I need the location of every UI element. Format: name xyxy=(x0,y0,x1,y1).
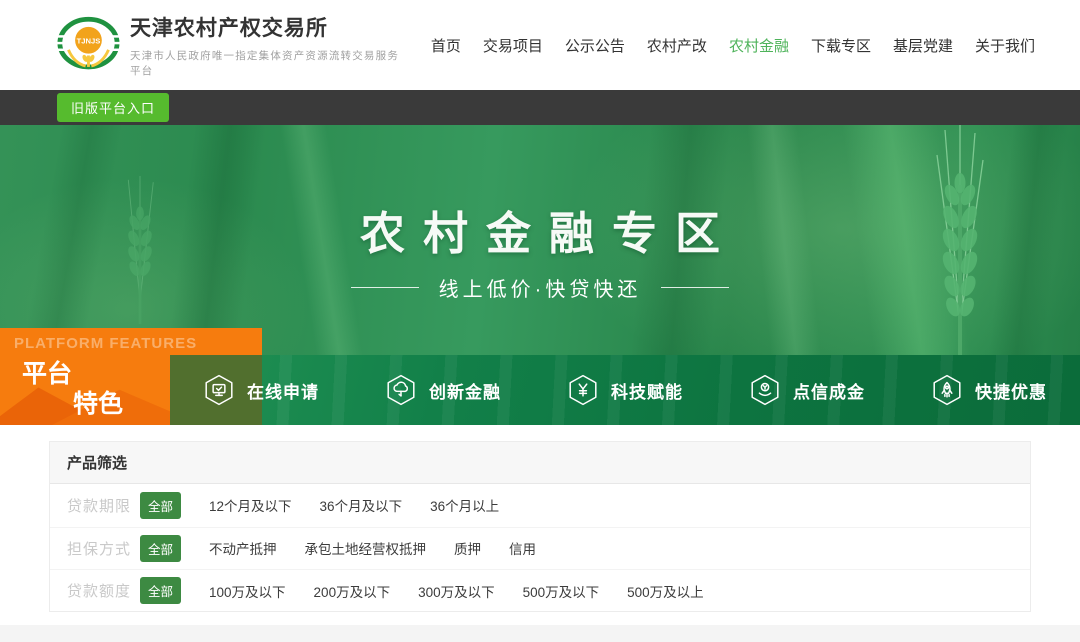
filter-row-loan-amount: 贷款额度 全部 100万及以下 200万及以下 300万及以下 500万及以下 … xyxy=(50,569,1030,612)
cloud-icon xyxy=(385,374,417,406)
filter-option[interactable]: 承包土地经营权抵押 xyxy=(305,538,427,558)
feature-credit-to-gold[interactable]: 点信成金 xyxy=(716,355,898,425)
filter-row-label: 贷款期限 xyxy=(67,495,140,516)
hero-banner: 农村金融专区 线上低价·快贷快还 xyxy=(0,125,1080,355)
site-header: TJNJS 天津农村产权交易所 天津市人民政府唯一指定集体资产资源流转交易服务平… xyxy=(0,0,1080,90)
feature-quick-discount[interactable]: 快捷优惠 xyxy=(898,355,1080,425)
sub-bar: 旧版平台入口 xyxy=(0,90,1080,125)
spacer xyxy=(0,425,1080,441)
feature-label: 点信成金 xyxy=(793,378,865,403)
filter-all-button[interactable]: 全部 xyxy=(140,492,181,519)
features-bar: PLATFORM FEATURES 平台 特色 在线申请 xyxy=(0,355,1080,425)
logo-text: TJNJS xyxy=(77,37,101,46)
page: TJNJS 天津农村产权交易所 天津市人民政府唯一指定集体资产资源流转交易服务平… xyxy=(0,0,1080,642)
feature-innovative-finance[interactable]: 创新金融 xyxy=(352,355,534,425)
filter-option[interactable]: 500万及以下 xyxy=(523,581,600,601)
filter-option[interactable]: 36个月以上 xyxy=(430,495,499,515)
coin-hand-icon xyxy=(749,374,781,406)
subtitle-right-line xyxy=(661,287,729,288)
nav-trade-projects[interactable]: 交易项目 xyxy=(483,35,543,56)
monitor-check-icon xyxy=(203,374,235,406)
site-subtitle: 天津市人民政府唯一指定集体资产资源流转交易服务平台 xyxy=(130,48,409,78)
site-logo-icon: TJNJS xyxy=(57,14,120,76)
filter-option[interactable]: 300万及以下 xyxy=(418,581,495,601)
filter-option[interactable]: 质押 xyxy=(454,538,481,558)
site-title: 天津农村产权交易所 xyxy=(130,12,409,42)
filter-row-label: 贷款额度 xyxy=(67,580,140,601)
feature-label: 快捷优惠 xyxy=(975,378,1047,403)
nav-home[interactable]: 首页 xyxy=(431,35,461,56)
brand[interactable]: TJNJS 天津农村产权交易所 天津市人民政府唯一指定集体资产资源流转交易服务平… xyxy=(57,12,409,78)
nav-party-building[interactable]: 基层党建 xyxy=(893,35,953,56)
feature-online-apply[interactable]: 在线申请 xyxy=(170,355,352,425)
filter-option[interactable]: 200万及以下 xyxy=(314,581,391,601)
brand-text: 天津农村产权交易所 天津市人民政府唯一指定集体资产资源流转交易服务平台 xyxy=(130,12,409,78)
filter-option[interactable]: 36个月及以下 xyxy=(320,495,403,515)
nav-public-notices[interactable]: 公示公告 xyxy=(565,35,625,56)
feature-tech-empowerment[interactable]: 科技赋能 xyxy=(534,355,716,425)
product-filter-panel: 产品筛选 贷款期限 全部 12个月及以下 36个月及以下 36个月以上 担保方式… xyxy=(49,441,1031,612)
badge-cn-line1: 平台 xyxy=(22,354,72,390)
filter-row-loan-term: 贷款期限 全部 12个月及以下 36个月及以下 36个月以上 xyxy=(50,484,1030,527)
yen-icon xyxy=(567,374,599,406)
main-nav: 首页 交易项目 公示公告 农村产改 农村金融 下载专区 基层党建 关于我们 xyxy=(409,35,1035,56)
filter-all-button[interactable]: 全部 xyxy=(140,577,181,604)
badge-cn-line2: 特色 xyxy=(73,384,123,420)
nav-rural-reform[interactable]: 农村产改 xyxy=(647,35,707,56)
filter-option[interactable]: 不动产抵押 xyxy=(209,538,277,558)
hero-title: 农村金融专区 xyxy=(0,197,1080,262)
feature-bar: 在线申请 创新金融 xyxy=(170,355,1080,425)
hero-subtitle-row: 线上低价·快贷快还 xyxy=(0,273,1080,302)
subtitle-left-line xyxy=(351,287,419,288)
feature-label: 科技赋能 xyxy=(611,378,683,403)
old-platform-entry-button[interactable]: 旧版平台入口 xyxy=(57,93,169,122)
rocket-icon xyxy=(931,374,963,406)
filter-all-button[interactable]: 全部 xyxy=(140,535,181,562)
filter-row-guarantee-method: 担保方式 全部 不动产抵押 承包土地经营权抵押 质押 信用 xyxy=(50,527,1030,570)
feature-label: 在线申请 xyxy=(247,378,319,403)
filter-option[interactable]: 12个月及以下 xyxy=(209,495,292,515)
filter-option[interactable]: 信用 xyxy=(509,538,536,558)
footer-strip xyxy=(0,625,1080,642)
hero-subtitle: 线上低价·快贷快还 xyxy=(439,273,642,302)
nav-rural-finance[interactable]: 农村金融 xyxy=(729,35,789,56)
filter-option[interactable]: 500万及以上 xyxy=(627,581,704,601)
badge-en-text: PLATFORM FEATURES xyxy=(14,335,197,352)
filter-option[interactable]: 100万及以下 xyxy=(209,581,286,601)
spacer xyxy=(0,612,1080,625)
feature-label: 创新金融 xyxy=(429,378,501,403)
filter-row-label: 担保方式 xyxy=(67,538,140,559)
nav-download-zone[interactable]: 下载专区 xyxy=(811,35,871,56)
nav-about-us[interactable]: 关于我们 xyxy=(975,35,1035,56)
filter-title: 产品筛选 xyxy=(50,442,1030,484)
